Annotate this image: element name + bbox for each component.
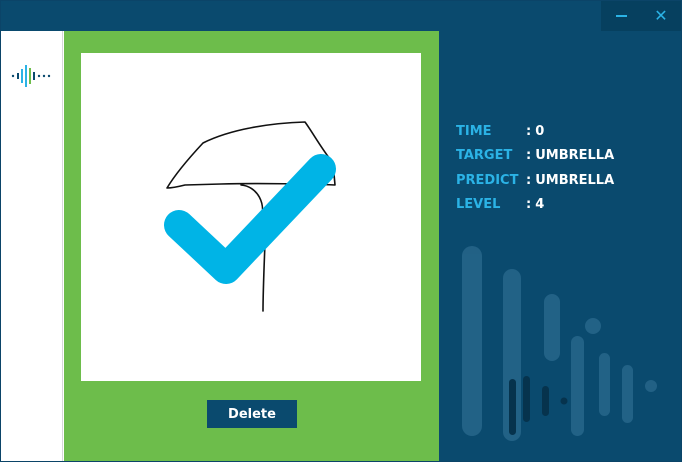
level-separator: : <box>526 197 532 213</box>
level-value: 4 <box>535 197 545 213</box>
sidebar <box>1 31 63 461</box>
sound-wave-decoration <box>462 246 657 441</box>
umbrella-sketch <box>166 121 336 312</box>
close-button[interactable]: ✕ <box>641 1 681 31</box>
stat-row-time: TIME : 0 <box>456 119 614 144</box>
delete-button[interactable]: Delete <box>207 400 297 428</box>
time-label: TIME <box>456 123 492 139</box>
drawing-panel: Delete <box>64 31 439 461</box>
time-separator: : <box>526 123 532 139</box>
stats-list: TIME : 0 TARGET : UMBRELLA PREDICT : UMB… <box>456 119 614 217</box>
predict-label: PREDICT <box>456 172 519 188</box>
minimize-icon <box>615 15 627 17</box>
app-window: ✕ Delete TIME: 0 TARGET: UMBRELLA PRED… <box>0 0 682 462</box>
drawing-canvas[interactable] <box>81 53 421 381</box>
target-label: TARGET <box>456 148 513 164</box>
info-panel: TIME : 0 TARGET : UMBRELLA PREDICT : UMB… <box>439 31 681 461</box>
target-separator: : <box>526 148 532 164</box>
stat-row-predict: PREDICT : UMBRELLA <box>456 168 614 193</box>
stat-row-level: LEVEL : 4 <box>456 193 614 218</box>
minimize-button[interactable] <box>601 1 641 31</box>
stat-row-target: TARGET : UMBRELLA <box>456 144 614 169</box>
close-icon: ✕ <box>654 6 668 25</box>
predict-separator: : <box>526 172 532 188</box>
sound-wave-logo-icon <box>11 65 51 87</box>
window-controls: ✕ <box>601 1 681 31</box>
predict-value: UMBRELLA <box>535 172 615 188</box>
level-label: LEVEL <box>456 197 501 213</box>
target-value: UMBRELLA <box>535 148 615 164</box>
time-value: 0 <box>535 123 545 139</box>
title-bar: ✕ <box>1 1 681 31</box>
